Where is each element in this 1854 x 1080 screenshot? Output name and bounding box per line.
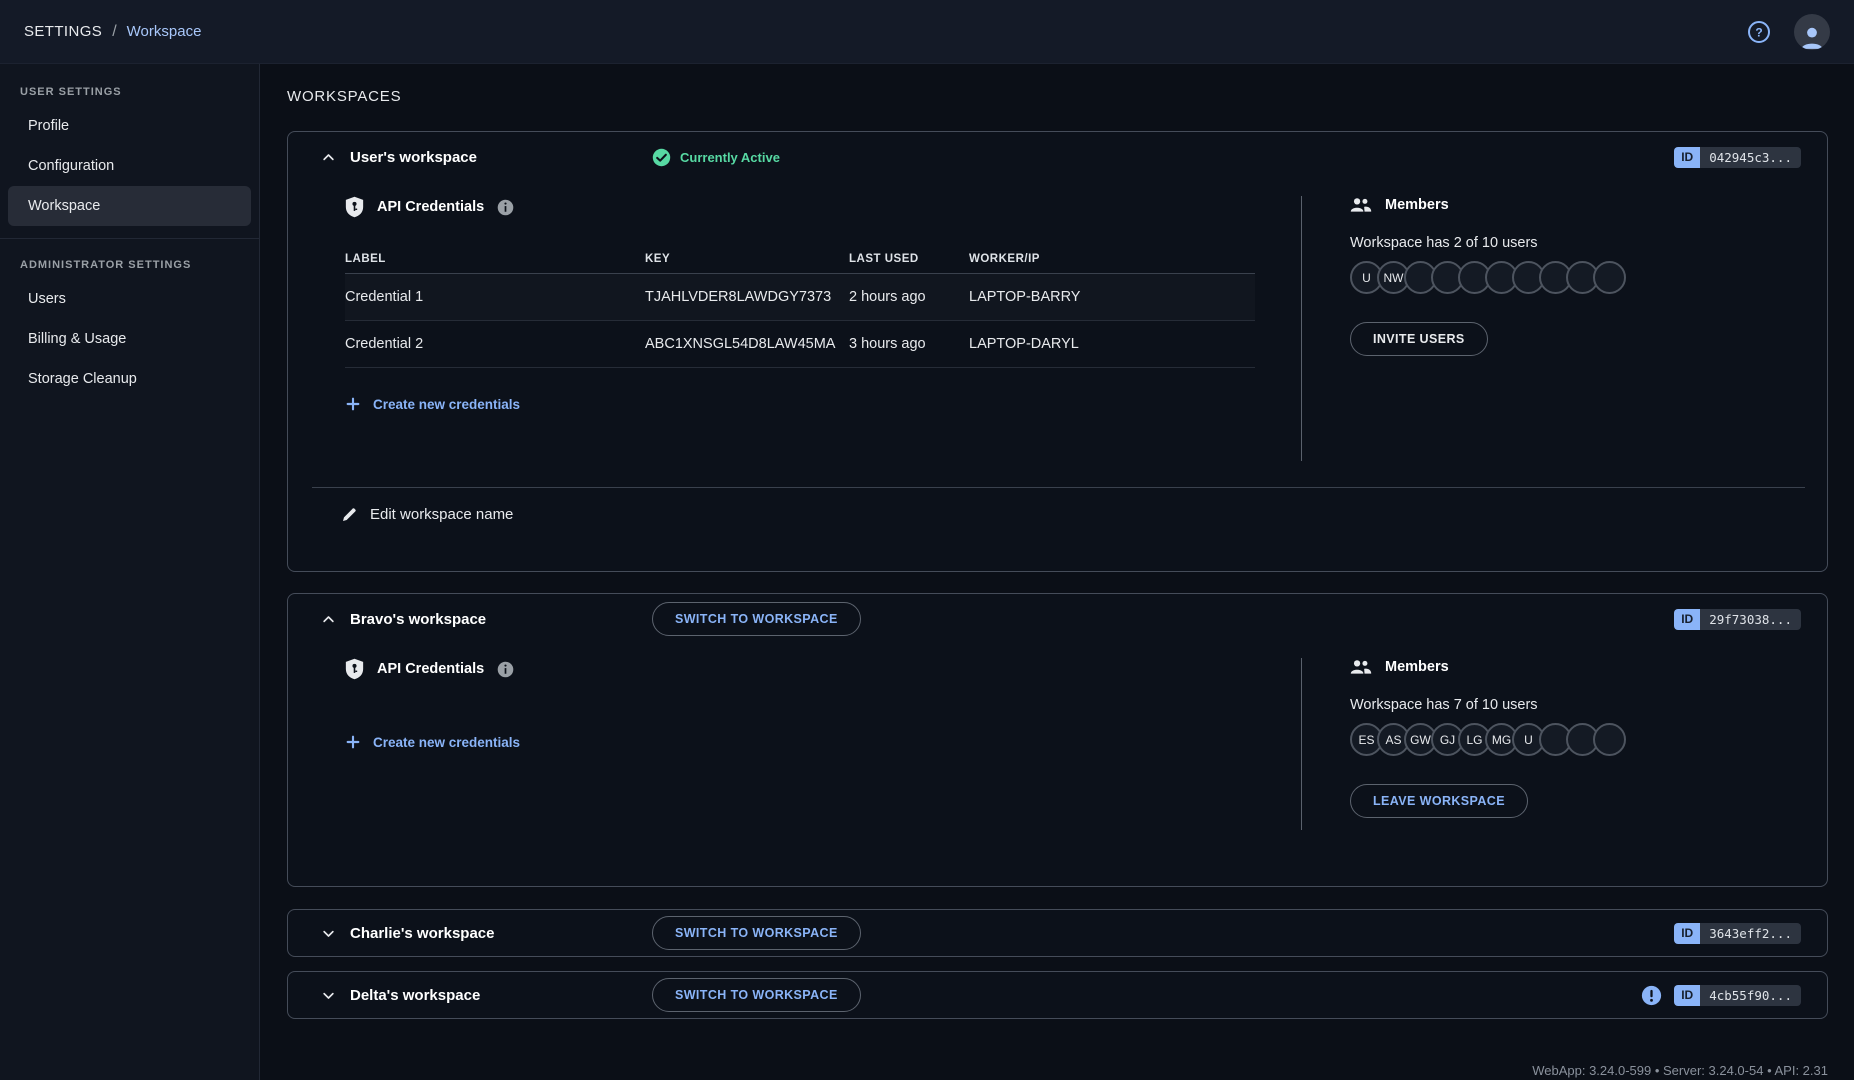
- members-summary: Workspace has 2 of 10 users: [1350, 235, 1827, 251]
- sidebar: USER SETTINGS Profile Configuration Work…: [0, 64, 260, 1080]
- switch-to-workspace-button[interactable]: SWITCH TO WORKSPACE: [652, 916, 861, 950]
- sidebar-item-storage-cleanup[interactable]: Storage Cleanup: [8, 359, 251, 399]
- plus-icon: [345, 734, 361, 750]
- shield-key-icon: [345, 196, 364, 218]
- workspace-title: Bravo's workspace: [350, 611, 652, 628]
- members-icon: [1350, 196, 1372, 213]
- sidebar-item-profile[interactable]: Profile: [8, 106, 251, 146]
- workspace-id-badge[interactable]: ID 29f73038...: [1674, 609, 1801, 630]
- workspace-title: Delta's workspace: [350, 987, 652, 1004]
- workspace-card-charlie: Charlie's workspace SWITCH TO WORKSPACE …: [287, 909, 1828, 957]
- topbar-actions: ?: [1746, 14, 1830, 50]
- credentials-table: LABEL KEY LAST USED WORKER/IP Credential…: [345, 244, 1255, 368]
- members-section: Members Workspace has 7 of 10 users ESAS…: [1301, 658, 1827, 830]
- breadcrumb-settings[interactable]: SETTINGS: [24, 23, 102, 40]
- invite-users-button[interactable]: INVITE USERS: [1350, 322, 1488, 356]
- chevron-up-icon[interactable]: [318, 609, 338, 629]
- workspace-card-users: User's workspace Currently Active ID 042…: [287, 131, 1828, 572]
- create-credentials-button[interactable]: Create new credentials: [345, 396, 1301, 412]
- workspace-card-header: Charlie's workspace SWITCH TO WORKSPACE …: [288, 910, 1827, 956]
- members-summary: Workspace has 7 of 10 users: [1350, 697, 1827, 713]
- workspace-card-header: Delta's workspace SWITCH TO WORKSPACE ID…: [288, 972, 1827, 1018]
- chevron-down-icon[interactable]: [318, 923, 338, 943]
- workspace-id-badge[interactable]: ID 3643eff2...: [1674, 923, 1801, 944]
- api-credentials-section: API Credentials Create new credentials: [288, 658, 1301, 830]
- sidebar-item-workspace[interactable]: Workspace: [8, 186, 251, 226]
- workspace-card-header: User's workspace Currently Active ID 042…: [288, 132, 1827, 182]
- workspace-title: Charlie's workspace: [350, 925, 652, 942]
- credential-row: Credential 2ABC1XNSGL54D8LAW45MA3 hours …: [345, 321, 1255, 368]
- currently-active-badge: Currently Active: [652, 148, 780, 167]
- leave-workspace-button[interactable]: LEAVE WORKSPACE: [1350, 784, 1528, 818]
- api-credentials-title: API Credentials: [377, 661, 484, 677]
- sidebar-section-user-settings: USER SETTINGS: [0, 86, 259, 98]
- breadcrumb-workspace: Workspace: [127, 23, 202, 40]
- sidebar-item-users[interactable]: Users: [8, 279, 251, 319]
- workspace-id-badge[interactable]: ID 042945c3...: [1674, 147, 1801, 168]
- shield-key-icon: [345, 658, 364, 680]
- workspace-card-delta: Delta's workspace SWITCH TO WORKSPACE ID…: [287, 971, 1828, 1019]
- member-avatars: ESASGWGJLGMGU: [1350, 723, 1827, 756]
- api-credentials-title: API Credentials: [377, 199, 484, 215]
- version-footer: WebApp: 3.24.0-599 • Server: 3.24.0-54 •…: [287, 1063, 1828, 1078]
- svg-text:?: ?: [1755, 25, 1762, 39]
- sidebar-divider: [0, 238, 259, 239]
- sidebar-item-billing[interactable]: Billing & Usage: [8, 319, 251, 359]
- sidebar-item-configuration[interactable]: Configuration: [8, 146, 251, 186]
- workspace-id-badge[interactable]: ID 4cb55f90...: [1674, 985, 1801, 1006]
- breadcrumb-separator: /: [112, 23, 116, 41]
- member-avatar: [1593, 723, 1626, 756]
- pencil-icon: [341, 507, 357, 523]
- help-icon[interactable]: ?: [1746, 19, 1772, 45]
- check-circle-icon: [652, 148, 671, 167]
- workspace-title: User's workspace: [350, 149, 652, 166]
- api-credentials-section: API Credentials LABEL KEY LAST USED W: [288, 196, 1301, 461]
- chevron-down-icon[interactable]: [318, 985, 338, 1005]
- info-icon[interactable]: [497, 199, 514, 216]
- chevron-up-icon[interactable]: [318, 147, 338, 167]
- sidebar-section-admin-settings: ADMINISTRATOR SETTINGS: [0, 259, 259, 271]
- credentials-table-header: LABEL KEY LAST USED WORKER/IP: [345, 244, 1255, 274]
- page-title: WORKSPACES: [287, 88, 1828, 105]
- plus-icon: [345, 396, 361, 412]
- members-title: Members: [1385, 197, 1449, 213]
- members-icon: [1350, 658, 1372, 675]
- edit-workspace-name-button[interactable]: Edit workspace name: [288, 488, 1827, 523]
- main-content: WORKSPACES User's workspace Currently Ac…: [260, 64, 1854, 1080]
- members-section: Members Workspace has 2 of 10 users UNW …: [1301, 196, 1827, 461]
- breadcrumb: SETTINGS / Workspace: [24, 23, 201, 41]
- info-icon[interactable]: [497, 661, 514, 678]
- member-avatars: UNW: [1350, 261, 1827, 294]
- workspace-card-bravo: Bravo's workspace SWITCH TO WORKSPACE ID…: [287, 593, 1828, 887]
- workspace-card-header: Bravo's workspace SWITCH TO WORKSPACE ID…: [288, 594, 1827, 644]
- top-bar: SETTINGS / Workspace ?: [0, 0, 1854, 64]
- user-avatar-icon[interactable]: [1794, 14, 1830, 50]
- members-title: Members: [1385, 659, 1449, 675]
- warning-icon[interactable]: [1641, 985, 1662, 1006]
- switch-to-workspace-button[interactable]: SWITCH TO WORKSPACE: [652, 978, 861, 1012]
- switch-to-workspace-button[interactable]: SWITCH TO WORKSPACE: [652, 602, 861, 636]
- member-avatar: [1593, 261, 1626, 294]
- credential-row: Credential 1TJAHLVDER8LAWDGY73732 hours …: [345, 274, 1255, 321]
- create-credentials-button[interactable]: Create new credentials: [345, 734, 1301, 750]
